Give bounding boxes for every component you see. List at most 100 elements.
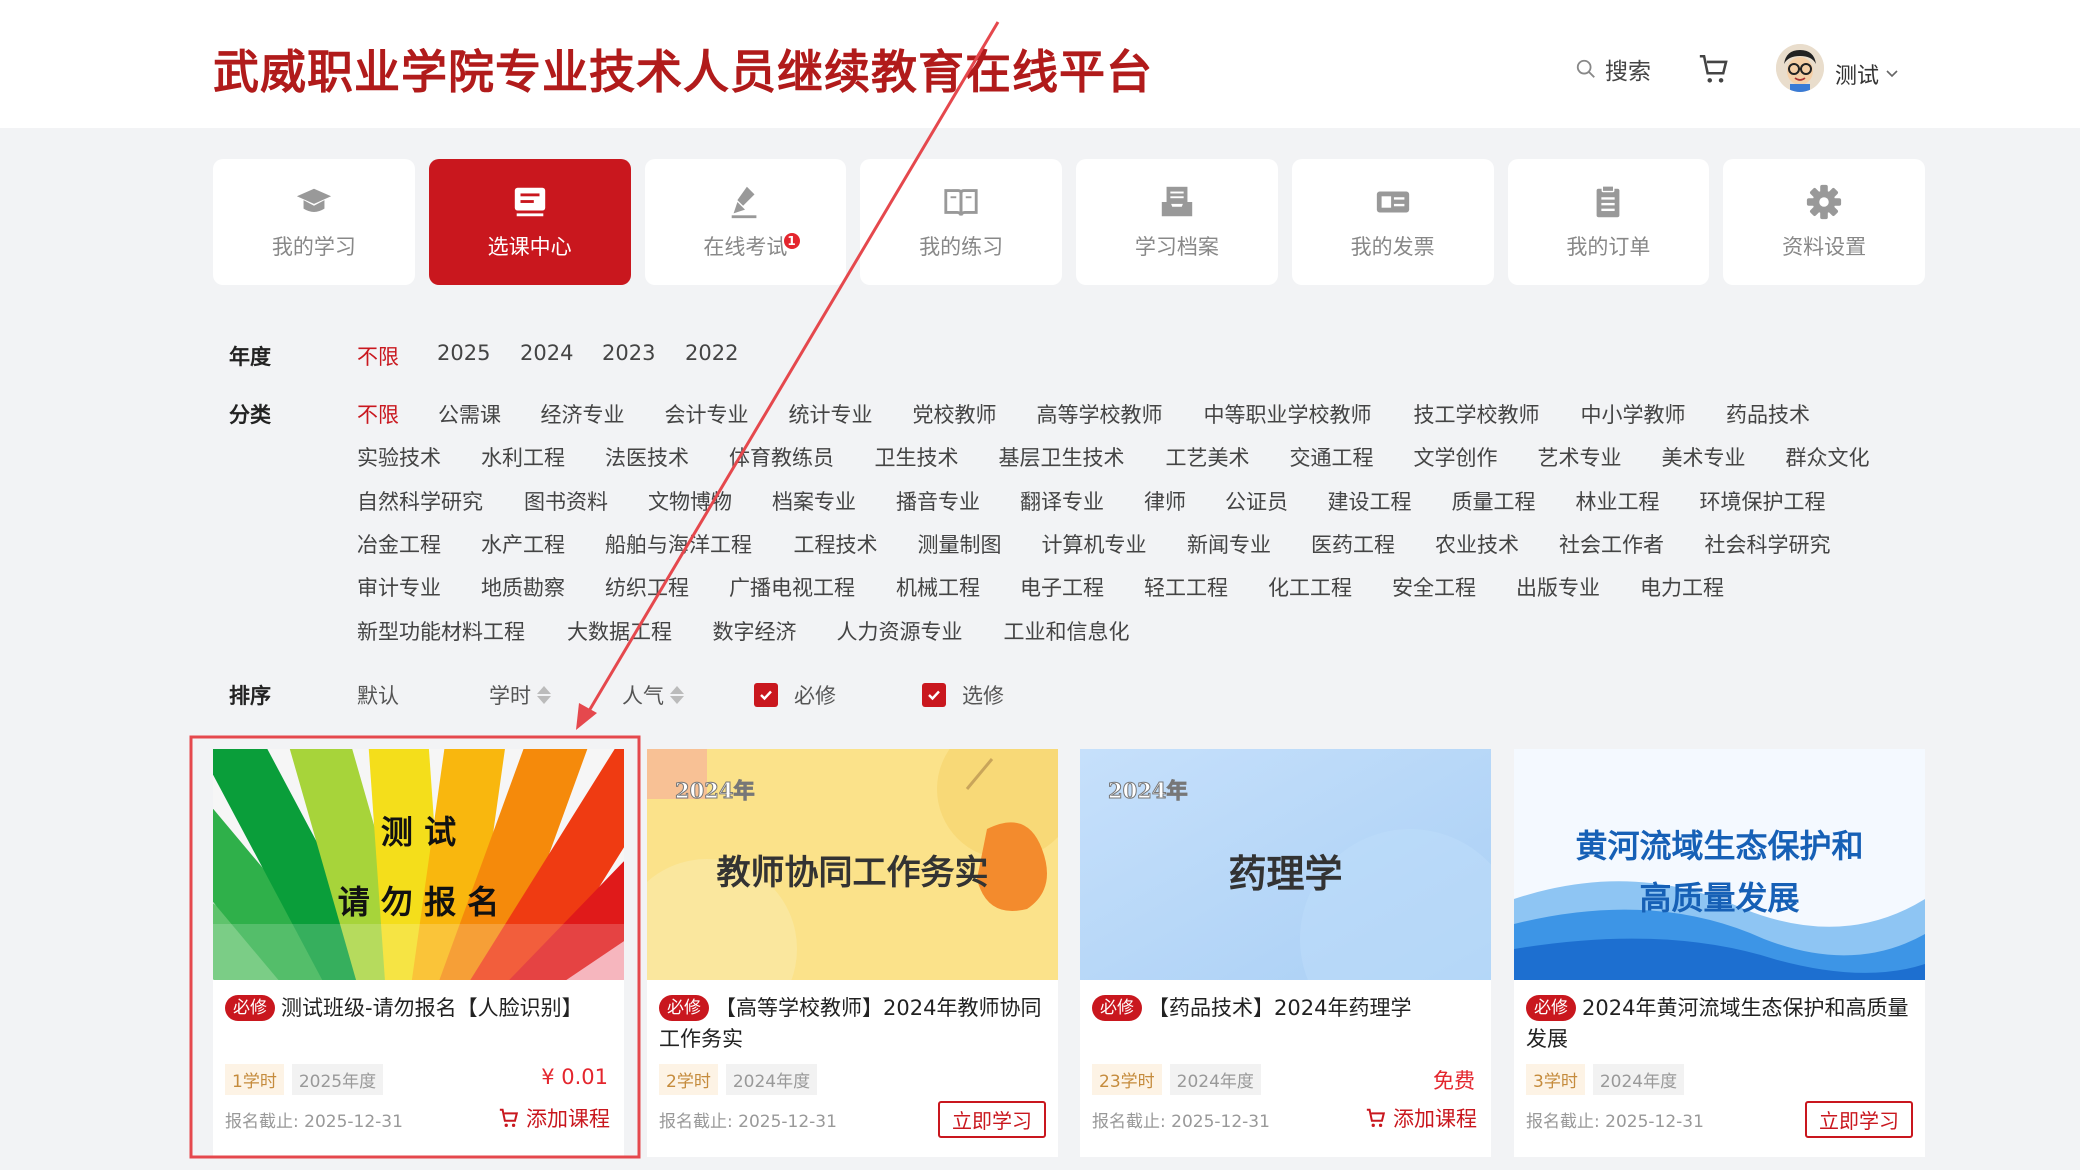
category-option[interactable]: 社会工作者 — [1559, 529, 1664, 559]
nav-my-practice[interactable]: 我的练习 — [860, 159, 1062, 285]
course-card[interactable]: 2024年 药理学 必修 【药品技术】2024年药理学 23学时 2024年度 免费… — [1080, 749, 1491, 1157]
nav-online-exam[interactable]: 在线考试 1 — [644, 159, 847, 285]
course-thumbnail[interactable]: 2024年 药理学 — [1080, 749, 1491, 980]
course-title[interactable]: 必修 2024年黄河流域生态保护和高质量发展 — [1526, 993, 1911, 1055]
category-option[interactable]: 质量工程 — [1452, 486, 1536, 516]
category-option[interactable]: 大数据工程 — [567, 616, 672, 646]
category-option[interactable]: 工业和信息化 — [1004, 616, 1130, 646]
category-option[interactable]: 人力资源专业 — [837, 616, 963, 646]
category-option[interactable]: 体育教练员 — [729, 442, 834, 472]
category-option[interactable]: 文学创作 — [1414, 442, 1498, 472]
user-menu[interactable]: 测试 — [1835, 58, 1899, 90]
category-option[interactable]: 卫生技术 — [875, 442, 959, 472]
category-option[interactable]: 社会科学研究 — [1705, 529, 1831, 559]
nav-study-archive[interactable]: 学习档案 — [1076, 159, 1278, 285]
category-option[interactable]: 高等学校教师 — [1037, 399, 1163, 429]
study-now-button[interactable]: 立即学习 — [938, 1101, 1046, 1138]
category-option[interactable]: 电子工程 — [1020, 572, 1104, 602]
category-option[interactable]: 律师 — [1144, 486, 1186, 516]
study-now-button[interactable]: 立即学习 — [1805, 1101, 1913, 1138]
search-button[interactable]: 搜索 — [1575, 52, 1651, 86]
category-option[interactable]: 统计专业 — [789, 399, 873, 429]
course-thumbnail[interactable]: 测 试 请 勿 报 名 — [213, 749, 624, 980]
cart-icon[interactable] — [1697, 52, 1731, 86]
course-thumbnail[interactable]: 黄河流域生态保护和 高质量发展 — [1514, 749, 1925, 980]
category-option[interactable]: 数字经济 — [713, 616, 797, 646]
category-option[interactable]: 出版专业 — [1516, 572, 1600, 602]
category-option[interactable]: 药品技术 — [1726, 399, 1810, 429]
category-option[interactable]: 电力工程 — [1640, 572, 1724, 602]
category-option[interactable]: 农业技术 — [1435, 529, 1519, 559]
nav-my-orders[interactable]: 我的订单 — [1507, 159, 1710, 285]
category-option[interactable]: 艺术专业 — [1538, 442, 1622, 472]
category-option[interactable]: 建设工程 — [1328, 486, 1412, 516]
category-option[interactable]: 党校教师 — [913, 399, 997, 429]
add-course-button[interactable]: 添加课程 — [498, 1103, 610, 1133]
category-option[interactable]: 安全工程 — [1392, 572, 1476, 602]
year-option[interactable]: 2023 — [602, 341, 655, 365]
category-option[interactable]: 公证员 — [1225, 486, 1288, 516]
category-option[interactable]: 文物博物 — [648, 486, 732, 516]
category-option[interactable]: 计算机专业 — [1042, 529, 1147, 559]
category-option[interactable]: 水产工程 — [481, 529, 565, 559]
course-thumbnail[interactable]: 2024年 教师协同工作务实 — [647, 749, 1058, 980]
category-option[interactable]: 医药工程 — [1311, 529, 1395, 559]
category-option[interactable]: 审计专业 — [357, 572, 441, 602]
category-option[interactable]: 水利工程 — [481, 442, 565, 472]
category-option[interactable]: 工艺美术 — [1166, 442, 1250, 472]
category-option[interactable]: 自然科学研究 — [357, 486, 483, 516]
category-option[interactable]: 林业工程 — [1576, 486, 1660, 516]
sort-by-hours[interactable]: 学时 — [489, 680, 551, 710]
required-checkbox[interactable]: 必修 — [754, 680, 836, 710]
category-option[interactable]: 新型功能材料工程 — [357, 616, 525, 646]
course-card[interactable]: 黄河流域生态保护和 高质量发展 必修 2024年黄河流域生态保护和高质量发展 3学… — [1514, 749, 1925, 1157]
course-title[interactable]: 必修 【药品技术】2024年药理学 — [1092, 993, 1477, 1024]
nav-profile-settings[interactable]: 资料设置 — [1723, 159, 1925, 285]
category-option[interactable]: 工程技术 — [794, 529, 878, 559]
sort-by-popularity[interactable]: 人气 — [622, 680, 684, 710]
nav-my-invoice[interactable]: 我的发票 — [1291, 159, 1494, 285]
category-option[interactable]: 群众文化 — [1786, 442, 1870, 472]
category-option[interactable]: 交通工程 — [1290, 442, 1374, 472]
category-option[interactable]: 纺织工程 — [605, 572, 689, 602]
category-option[interactable]: 图书资料 — [524, 486, 608, 516]
category-option[interactable]: 机械工程 — [896, 572, 980, 602]
category-option[interactable]: 环境保护工程 — [1700, 486, 1826, 516]
category-option[interactable]: 播音专业 — [896, 486, 980, 516]
category-option[interactable]: 公需课 — [438, 399, 501, 429]
year-option[interactable]: 不限 — [357, 341, 399, 371]
year-option[interactable]: 2024 — [520, 341, 573, 365]
category-option[interactable]: 地质勘察 — [481, 572, 565, 602]
category-option[interactable]: 广播电视工程 — [729, 572, 855, 602]
sort-default[interactable]: 默认 — [357, 680, 399, 710]
course-card[interactable]: 2024年 教师协同工作务实 必修 【高等学校教师】2024年教师协同工作务实 2… — [647, 749, 1058, 1157]
avatar[interactable] — [1776, 44, 1824, 92]
year-option[interactable]: 2025 — [437, 341, 490, 365]
category-option[interactable]: 法医技术 — [605, 442, 689, 472]
nav-my-learning[interactable]: 我的学习 — [213, 159, 415, 285]
category-option[interactable]: 实验技术 — [357, 442, 441, 472]
category-option[interactable]: 测量制图 — [918, 529, 1002, 559]
category-option[interactable]: 经济专业 — [541, 399, 625, 429]
category-option[interactable]: 会计专业 — [665, 399, 749, 429]
elective-checkbox[interactable]: 选修 — [922, 680, 1004, 710]
category-option[interactable]: 船舶与海洋工程 — [605, 529, 752, 559]
category-option[interactable]: 美术专业 — [1662, 442, 1746, 472]
course-title[interactable]: 必修 测试班级-请勿报名【人脸识别】 — [225, 993, 610, 1024]
category-option[interactable]: 化工工程 — [1268, 572, 1352, 602]
course-card[interactable]: 测 试 请 勿 报 名 必修 测试班级-请勿报名【人脸识别】 1学时 2025年度 … — [213, 749, 624, 1157]
add-course-button[interactable]: 添加课程 — [1365, 1103, 1477, 1133]
category-option[interactable]: 中小学教师 — [1581, 399, 1686, 429]
category-option[interactable]: 基层卫生技术 — [999, 442, 1125, 472]
category-option[interactable]: 不限 — [357, 399, 399, 429]
year-option[interactable]: 2022 — [685, 341, 738, 365]
category-option[interactable]: 技工学校教师 — [1414, 399, 1540, 429]
course-title[interactable]: 必修 【高等学校教师】2024年教师协同工作务实 — [659, 993, 1044, 1055]
nav-course-center[interactable]: 选课中心 — [428, 159, 631, 285]
category-option[interactable]: 冶金工程 — [357, 529, 441, 559]
category-option[interactable]: 轻工工程 — [1144, 572, 1228, 602]
category-option[interactable]: 新闻专业 — [1187, 529, 1271, 559]
category-option[interactable]: 档案专业 — [772, 486, 856, 516]
category-option[interactable]: 中等职业学校教师 — [1204, 399, 1372, 429]
category-option[interactable]: 翻译专业 — [1020, 486, 1104, 516]
